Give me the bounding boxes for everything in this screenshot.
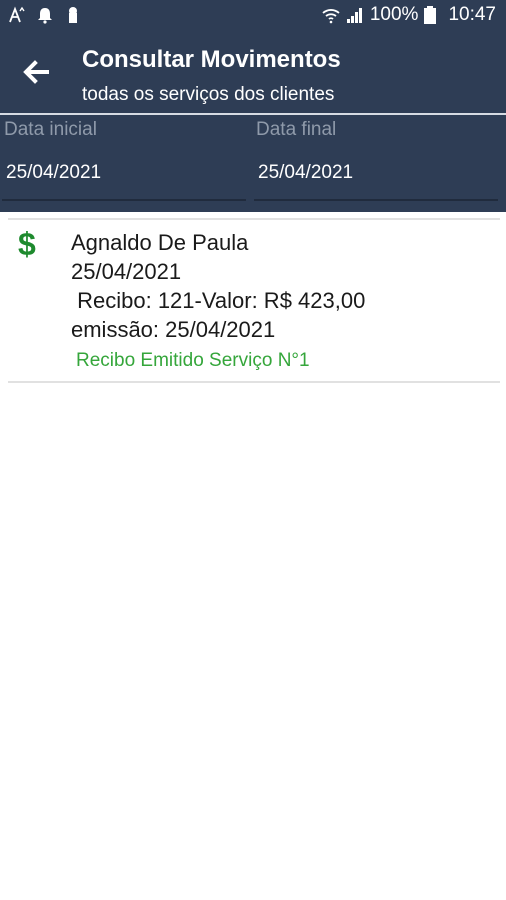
arrow-left-icon [21,57,51,92]
start-date-field[interactable]: Data inicial 25/04/2021 [0,115,246,212]
start-date-underline [2,199,246,201]
signal-icon [346,6,364,24]
emission-date: emissão: 25/04/2021 [71,317,276,342]
end-date-field[interactable]: Data final 25/04/2021 [252,115,498,212]
back-button[interactable] [16,54,56,94]
list-divider-bottom [8,381,500,383]
receipt-status: Recibo Emitido Serviço N°1 [76,350,310,371]
wifi-icon [322,6,340,24]
status-bar: 100% 10:47 [0,0,506,36]
date-filters: Data inicial 25/04/2021 Data final 25/04… [0,115,506,212]
status-left-icons [8,6,82,24]
battery-percent: 100% [369,4,419,25]
start-date-value[interactable]: 25/04/2021 [6,162,101,184]
app-bar: Consultar Movimentos todas os serviços d… [0,36,506,114]
page-subtitle: todas os serviços dos clientes [82,84,335,105]
client-name: Agnaldo De Paula [71,230,249,255]
clock: 10:47 [448,4,496,25]
start-date-label: Data inicial [4,119,97,140]
receipt-info: Recibo: 121-Valor: R$ 423,00 [71,288,366,313]
end-date-label: Data final [256,119,337,140]
notification-bell-icon [36,6,54,24]
text-size-icon [8,6,26,24]
page-title: Consultar Movimentos [82,46,341,73]
dollar-icon: $ [18,226,36,262]
battery-icon [424,6,442,24]
movement-date: 25/04/2021 [71,259,182,284]
status-right-icons: 100% 10:47 [322,4,496,26]
movement-details: Agnaldo De Paula 25/04/2021 Recibo: 121-… [71,228,365,344]
end-date-underline [254,199,498,201]
end-date-value[interactable]: 25/04/2021 [258,162,353,184]
movement-list-item[interactable]: $ Agnaldo De Paula 25/04/2021 Recibo: 12… [8,220,500,382]
keyhole-icon [64,6,82,24]
